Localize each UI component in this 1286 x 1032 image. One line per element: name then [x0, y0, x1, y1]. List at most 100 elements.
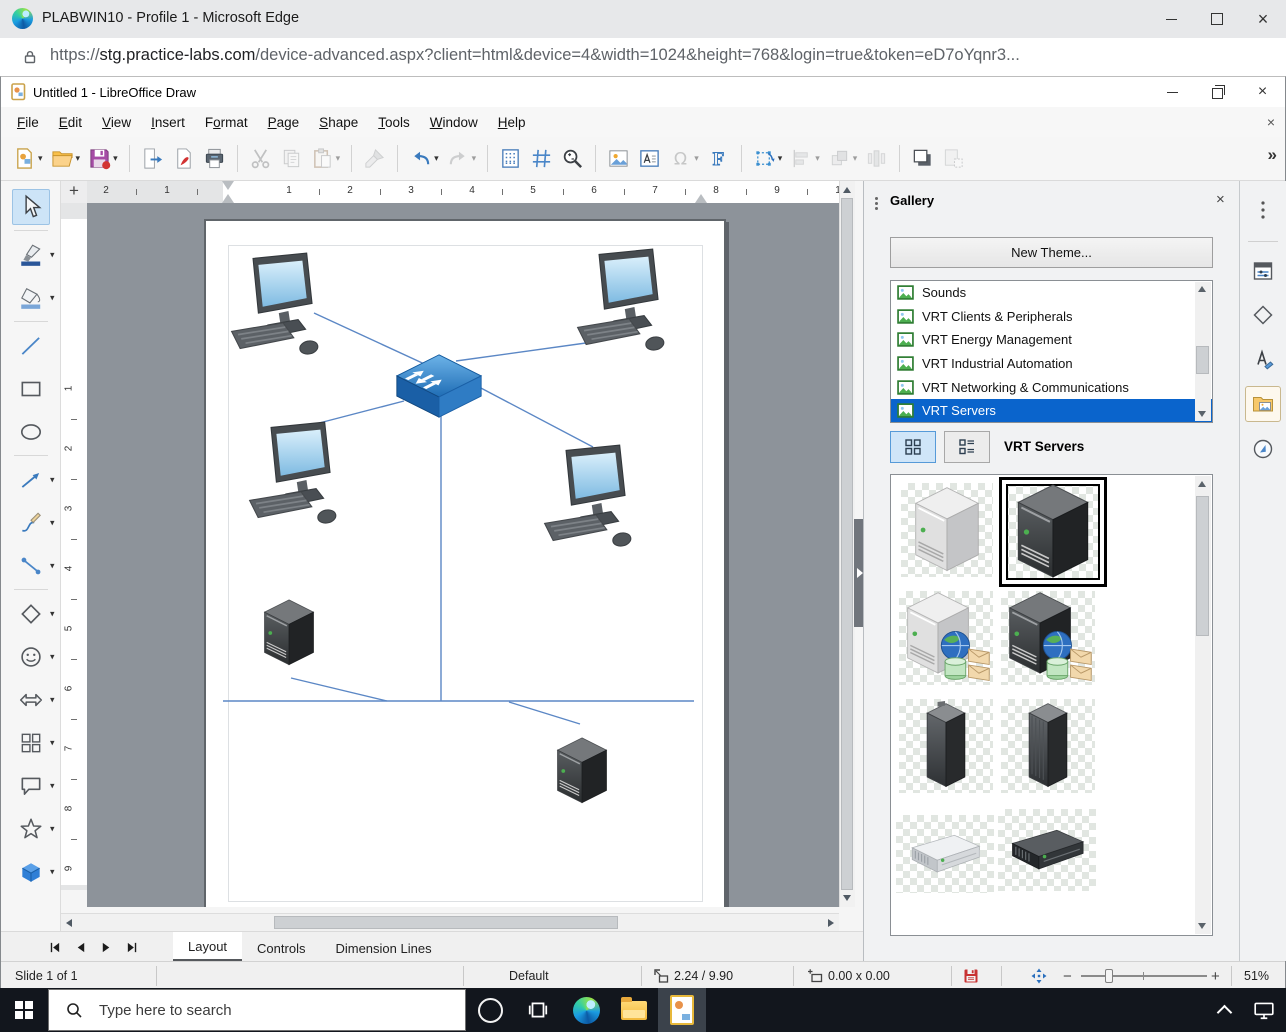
- connector-line[interactable]: [479, 387, 593, 447]
- drawing-canvas[interactable]: [87, 203, 839, 907]
- workstation-top-right[interactable]: [578, 249, 665, 352]
- scroll-left-arrow[interactable]: [66, 919, 72, 927]
- scrollbar-thumb[interactable]: [841, 198, 853, 890]
- curves-and-polygons-button[interactable]: ▾: [2, 501, 60, 544]
- 3d-objects-button[interactable]: ▾: [2, 850, 60, 893]
- theme-vrt-clients-peripherals[interactable]: VRT Clients & Peripherals: [891, 305, 1212, 329]
- theme-list-scrollbar[interactable]: [1195, 282, 1211, 421]
- scrollbar-thumb[interactable]: [1196, 346, 1209, 374]
- dropdown-arrow-icon[interactable]: ▾: [113, 153, 118, 164]
- workstation-top-left[interactable]: [232, 253, 319, 356]
- task-view-button[interactable]: [514, 988, 562, 1032]
- page-style[interactable]: Default: [509, 962, 549, 990]
- scroll-up-arrow[interactable]: [1198, 286, 1206, 292]
- insert-image-button[interactable]: [604, 143, 633, 175]
- horizontal-scrollbar[interactable]: [61, 913, 839, 932]
- scroll-right-arrow[interactable]: [828, 919, 834, 927]
- undo-button[interactable]: ▾: [406, 143, 442, 175]
- dropdown-arrow-icon[interactable]: ▾: [336, 153, 341, 164]
- properties-deck-tab[interactable]: [1246, 254, 1280, 288]
- gallery-item-server-tower-dark[interactable]: [999, 477, 1107, 587]
- scroll-down-arrow[interactable]: [1198, 923, 1206, 929]
- transformations-button[interactable]: ▾: [750, 143, 786, 175]
- basic-shapes-button[interactable]: ▾: [2, 592, 60, 635]
- dropdown-arrow-icon[interactable]: ▾: [50, 737, 55, 748]
- search-input[interactable]: [97, 1001, 431, 1020]
- stars-and-banners-button[interactable]: ▾: [2, 807, 60, 850]
- gallery-item-rackmount-dark[interactable]: [998, 809, 1096, 891]
- display-grid-button[interactable]: [496, 143, 525, 175]
- scroll-down-arrow[interactable]: [843, 895, 851, 901]
- dropdown-arrow-icon[interactable]: ▾: [778, 153, 783, 164]
- lines-and-arrows-button[interactable]: ▾: [2, 458, 60, 501]
- insert-text-box-button[interactable]: [635, 143, 664, 175]
- close-document-button[interactable]: ×: [1267, 114, 1275, 130]
- export-button[interactable]: [138, 143, 167, 175]
- browser-address-bar[interactable]: https://stg.practice-labs.com/device-adv…: [0, 38, 1286, 77]
- open-button[interactable]: ▾: [48, 143, 84, 175]
- sidebar-menu-tab[interactable]: [1246, 193, 1280, 227]
- dropdown-arrow-icon[interactable]: ▾: [472, 153, 477, 164]
- block-arrows-button[interactable]: ▾: [2, 678, 60, 721]
- workstation-mid-left[interactable]: [250, 422, 337, 525]
- dropdown-arrow-icon[interactable]: ▾: [38, 153, 43, 164]
- connectors-button[interactable]: ▾: [2, 544, 60, 587]
- browser-maximize-button[interactable]: [1194, 0, 1240, 38]
- gallery-item-web-server-dark[interactable]: [1001, 591, 1095, 685]
- margin-marker[interactable]: [222, 181, 234, 190]
- distribute-selection-button[interactable]: [862, 143, 891, 175]
- unsaved-changes-indicator[interactable]: [963, 962, 979, 990]
- theme-vrt-networking-communications[interactable]: VRT Networking & Communications: [891, 375, 1212, 399]
- cut-button[interactable]: [246, 143, 275, 175]
- zoom-slider-track[interactable]: [1081, 975, 1207, 977]
- zoom-in-button[interactable]: +: [1211, 962, 1220, 990]
- fill-color-button[interactable]: ▾: [2, 276, 60, 319]
- taskbar-edge-button[interactable]: [562, 988, 610, 1032]
- url-text[interactable]: https://stg.practice-labs.com/device-adv…: [50, 46, 1270, 70]
- connector-line[interactable]: [291, 678, 387, 701]
- connector-line[interactable]: [456, 342, 593, 361]
- gallery-close-button[interactable]: ×: [1216, 191, 1225, 208]
- snap-guides-button[interactable]: [527, 143, 556, 175]
- shadow-button[interactable]: [908, 143, 937, 175]
- icon-view-button[interactable]: [890, 431, 936, 463]
- new-document-button[interactable]: ▾: [10, 143, 46, 175]
- dropdown-arrow-icon[interactable]: ▾: [50, 694, 55, 705]
- shapes-deck-tab[interactable]: [1246, 298, 1280, 332]
- redo-button[interactable]: ▾: [444, 143, 480, 175]
- server-bottom[interactable]: [558, 738, 607, 803]
- gallery-deck-tab[interactable]: [1245, 386, 1281, 422]
- menu-file[interactable]: File: [7, 111, 49, 134]
- rectangle-button[interactable]: [2, 367, 60, 410]
- workstation-mid-right[interactable]: [545, 445, 632, 548]
- dropdown-arrow-icon[interactable]: ▾: [76, 153, 81, 164]
- ellipse-button[interactable]: [2, 410, 60, 453]
- menu-insert[interactable]: Insert: [141, 111, 195, 134]
- scroll-up-arrow[interactable]: [843, 187, 851, 193]
- theme-vrt-industrial-automation[interactable]: VRT Industrial Automation: [891, 352, 1212, 376]
- next-page-button[interactable]: [93, 932, 119, 962]
- scrollbar-thumb[interactable]: [1196, 496, 1209, 636]
- dropdown-arrow-icon[interactable]: ▾: [50, 560, 55, 571]
- menu-view[interactable]: View: [92, 111, 141, 134]
- zoom-out-button[interactable]: −: [1063, 962, 1072, 990]
- previous-page-button[interactable]: [67, 932, 93, 962]
- dropdown-arrow-icon[interactable]: ▾: [434, 153, 439, 164]
- dropdown-arrow-icon[interactable]: ▾: [50, 474, 55, 485]
- scroll-down-arrow[interactable]: [1198, 411, 1206, 417]
- start-button[interactable]: [0, 988, 48, 1032]
- network-display-tray-icon[interactable]: [1242, 988, 1286, 1032]
- gallery-item-rack-tower[interactable]: [899, 699, 993, 793]
- app-restore-button[interactable]: [1195, 77, 1240, 107]
- dropdown-arrow-icon[interactable]: ▾: [50, 780, 55, 791]
- dropdown-arrow-icon[interactable]: ▾: [50, 866, 55, 877]
- callout-shapes-button[interactable]: ▾: [2, 764, 60, 807]
- connector-line[interactable]: [509, 702, 580, 724]
- styles-deck-tab[interactable]: [1246, 342, 1280, 376]
- dropdown-arrow-icon[interactable]: ▾: [694, 153, 699, 164]
- insert-special-character-button[interactable]: ▾: [666, 143, 702, 175]
- insert-line-button[interactable]: [2, 324, 60, 367]
- libreoffice-draw-taskbar-button[interactable]: [658, 988, 706, 1032]
- tab-layout[interactable]: Layout: [173, 932, 242, 962]
- fit-slide-button[interactable]: [1031, 962, 1047, 990]
